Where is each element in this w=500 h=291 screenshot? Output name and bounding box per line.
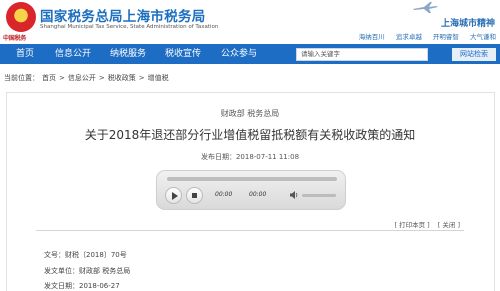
search-input[interactable]: 请输入关键字 (296, 48, 428, 61)
breadcrumb-separator: > (59, 74, 65, 82)
meta-label: 发文单位： (44, 267, 79, 275)
site-header: 中国税务 国家税务总局上海市税务局 Shanghai Municipal Tax… (0, 0, 500, 44)
nav-item-public-participation[interactable]: 公众参与 (221, 44, 257, 64)
meta-value: 财税〔2018〕70号 (65, 251, 127, 259)
breadcrumb-separator: > (138, 74, 145, 82)
brand-tagline: 中国税务 (3, 35, 27, 42)
article-pubdate: 发布日期：2018-07-11 11:08 (200, 153, 300, 161)
meta-label: 文号： (44, 251, 65, 259)
volume-slider[interactable] (302, 194, 336, 197)
breadcrumb-link-policy[interactable]: 税收政策 (108, 74, 136, 82)
meta-value: 财政部 税务总局 (79, 267, 131, 275)
breadcrumb-prefix: 当前位置： (4, 74, 39, 82)
nav-item-home[interactable]: 首页 (16, 44, 34, 64)
airplane-icon (413, 2, 438, 13)
city-spirit-item: 开明睿智 (432, 33, 459, 41)
breadcrumb-link-info[interactable]: 信息公开 (68, 74, 96, 82)
site-title[interactable]: 国家税务总局上海市税务局 (40, 5, 206, 25)
breadcrumb: 当前位置： 首页 > 信息公开 > 税收政策 > 增值税 (4, 73, 172, 83)
audio-player: 00:00 00:00 (156, 170, 346, 210)
site-subtitle: Shanghai Municipal Tax Service, State Ad… (40, 24, 219, 30)
meta-issuer: 发文单位：财政部 税务总局 (44, 266, 130, 276)
article-publisher: 财政部 税务总局 (220, 109, 280, 118)
search-button[interactable]: 网站检索 (452, 48, 496, 61)
article-actions: [ 打印本页 ] [ 关闭 ] (394, 219, 460, 229)
print-page-link[interactable]: [ 打印本页 ] (394, 221, 429, 229)
nav-item-info-disclosure[interactable]: 信息公开 (55, 44, 91, 64)
meta-label: 发文日期： (44, 282, 79, 290)
volume-icon[interactable] (289, 190, 299, 200)
city-spirit-item: 大气谦和 (470, 33, 496, 41)
play-button[interactable] (165, 187, 182, 204)
audio-progress-bar[interactable] (167, 177, 337, 181)
close-page-link[interactable]: [ 关闭 ] (438, 221, 460, 229)
meta-value: 2018-06-27 (79, 282, 120, 290)
nav-item-tax-service[interactable]: 纳税服务 (110, 44, 146, 64)
meta-issue-date: 发文日期：2018-06-27 (44, 281, 120, 291)
breadcrumb-link-home[interactable]: 首页 (42, 74, 56, 82)
divider (36, 230, 464, 231)
breadcrumb-separator: > (98, 74, 105, 82)
city-spirit-title: 上海城市精神 (440, 19, 495, 29)
stop-button[interactable] (186, 187, 203, 204)
duration-time: 00:00 (249, 191, 267, 198)
meta-doc-number: 文号：财税〔2018〕70号 (44, 250, 127, 260)
tax-emblem-icon (6, 2, 36, 32)
elapsed-time: 00:00 (215, 191, 233, 198)
city-spirit-item: 海纳百川 (358, 33, 385, 41)
city-spirit-list: 海纳百川 追求卓越 开明睿智 大气谦和 (350, 31, 496, 41)
breadcrumb-link-vat[interactable]: 增值税 (148, 74, 169, 82)
city-spirit-item: 追求卓越 (395, 33, 422, 41)
article-title: 关于2018年退还部分行业增值税留抵税额有关税收政策的通知 (84, 128, 416, 142)
nav-item-tax-promotion[interactable]: 税收宣传 (165, 44, 201, 64)
